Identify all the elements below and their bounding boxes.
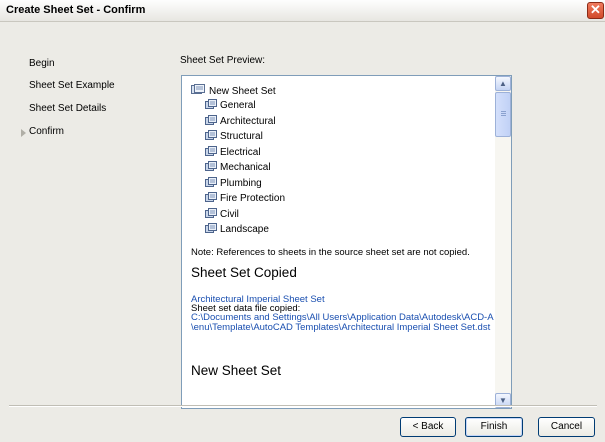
title-bar: Create Sheet Set - Confirm ✕ xyxy=(0,0,605,22)
scroll-up-button[interactable]: ▲ xyxy=(495,76,511,91)
copied-heading: Sheet Set Copied xyxy=(191,265,297,280)
preview-label: Sheet Set Preview: xyxy=(180,55,266,66)
nav-item-sheet-set-details: Sheet Set Details xyxy=(29,103,107,114)
subset-folder-icon xyxy=(205,176,217,187)
tree-item-subset: Electrical xyxy=(205,145,261,158)
copy-note: Note: References to sheets in the source… xyxy=(191,247,470,258)
nav-item-confirm: Confirm xyxy=(29,126,65,137)
tree-item-subset: Mechanical xyxy=(205,161,271,173)
tree-item-label: Landscape xyxy=(220,224,269,235)
close-icon: ✕ xyxy=(590,2,601,17)
back-button[interactable]: < Back xyxy=(400,417,456,437)
tree-root-label: New Sheet Set xyxy=(209,86,276,97)
close-button[interactable]: ✕ xyxy=(587,2,604,19)
tree-item-label: Electrical xyxy=(220,146,261,158)
new-sheet-set-heading: New Sheet Set xyxy=(191,363,282,378)
cancel-button[interactable]: Cancel xyxy=(538,417,595,437)
tree-item-label: Civil xyxy=(220,208,239,220)
window-title: Create Sheet Set - Confirm xyxy=(6,4,146,16)
tree-item-label: Fire Protection xyxy=(220,193,286,204)
grip-line xyxy=(501,113,506,114)
subset-folder-icon xyxy=(205,161,217,171)
tree-item-subset: Landscape xyxy=(205,223,269,235)
wizard-nav: Begin Sheet Set Example Sheet Set Detail… xyxy=(0,22,170,402)
tree-item-subset: General xyxy=(205,99,256,111)
tree-item-subset: Structural xyxy=(205,130,263,142)
subset-folder-icon xyxy=(205,145,217,156)
tree-item-subset: Civil xyxy=(205,207,239,220)
tree-root: New Sheet Set xyxy=(191,84,276,97)
tree-item-label: Architectural xyxy=(220,115,276,127)
subset-folder-icon xyxy=(205,223,217,233)
tree-item-subset: Fire Protection xyxy=(205,192,285,204)
button-separator xyxy=(9,405,597,407)
current-step-arrow-icon xyxy=(21,129,26,137)
data-file-path-line2[interactable]: \enu\Template\AutoCAD Templates\Architec… xyxy=(191,322,490,333)
tree-item-label: Mechanical xyxy=(220,162,271,173)
sheet-set-icon xyxy=(191,84,205,94)
scroll-up-arrow-icon: ▲ xyxy=(499,79,507,88)
finish-button[interactable]: Finish xyxy=(465,417,523,437)
vertical-scrollbar[interactable]: ▲ ▼ xyxy=(495,76,511,408)
nav-item-sheet-set-example: Sheet Set Example xyxy=(29,80,115,91)
tree-item-label: Plumbing xyxy=(220,177,262,189)
subset-folder-icon xyxy=(205,130,217,140)
subset-folder-icon xyxy=(205,114,217,125)
grip-line xyxy=(501,111,506,112)
scroll-thumb[interactable] xyxy=(495,92,511,137)
grip-line xyxy=(501,115,506,116)
subset-folder-icon xyxy=(205,207,217,218)
tree-item-label: General xyxy=(220,100,256,111)
sheet-set-preview-pane[interactable]: New Sheet Set General Architectural Struct… xyxy=(181,75,512,409)
tree-item-subset: Architectural xyxy=(205,114,276,127)
nav-item-begin: Begin xyxy=(29,58,55,69)
subset-folder-icon xyxy=(205,99,217,109)
tree-item-label: Structural xyxy=(220,131,263,142)
tree-item-subset: Plumbing xyxy=(205,176,262,189)
subset-folder-icon xyxy=(205,192,217,202)
scroll-down-arrow-icon: ▼ xyxy=(499,396,507,405)
dialog-body: Begin Sheet Set Example Sheet Set Detail… xyxy=(0,22,605,442)
